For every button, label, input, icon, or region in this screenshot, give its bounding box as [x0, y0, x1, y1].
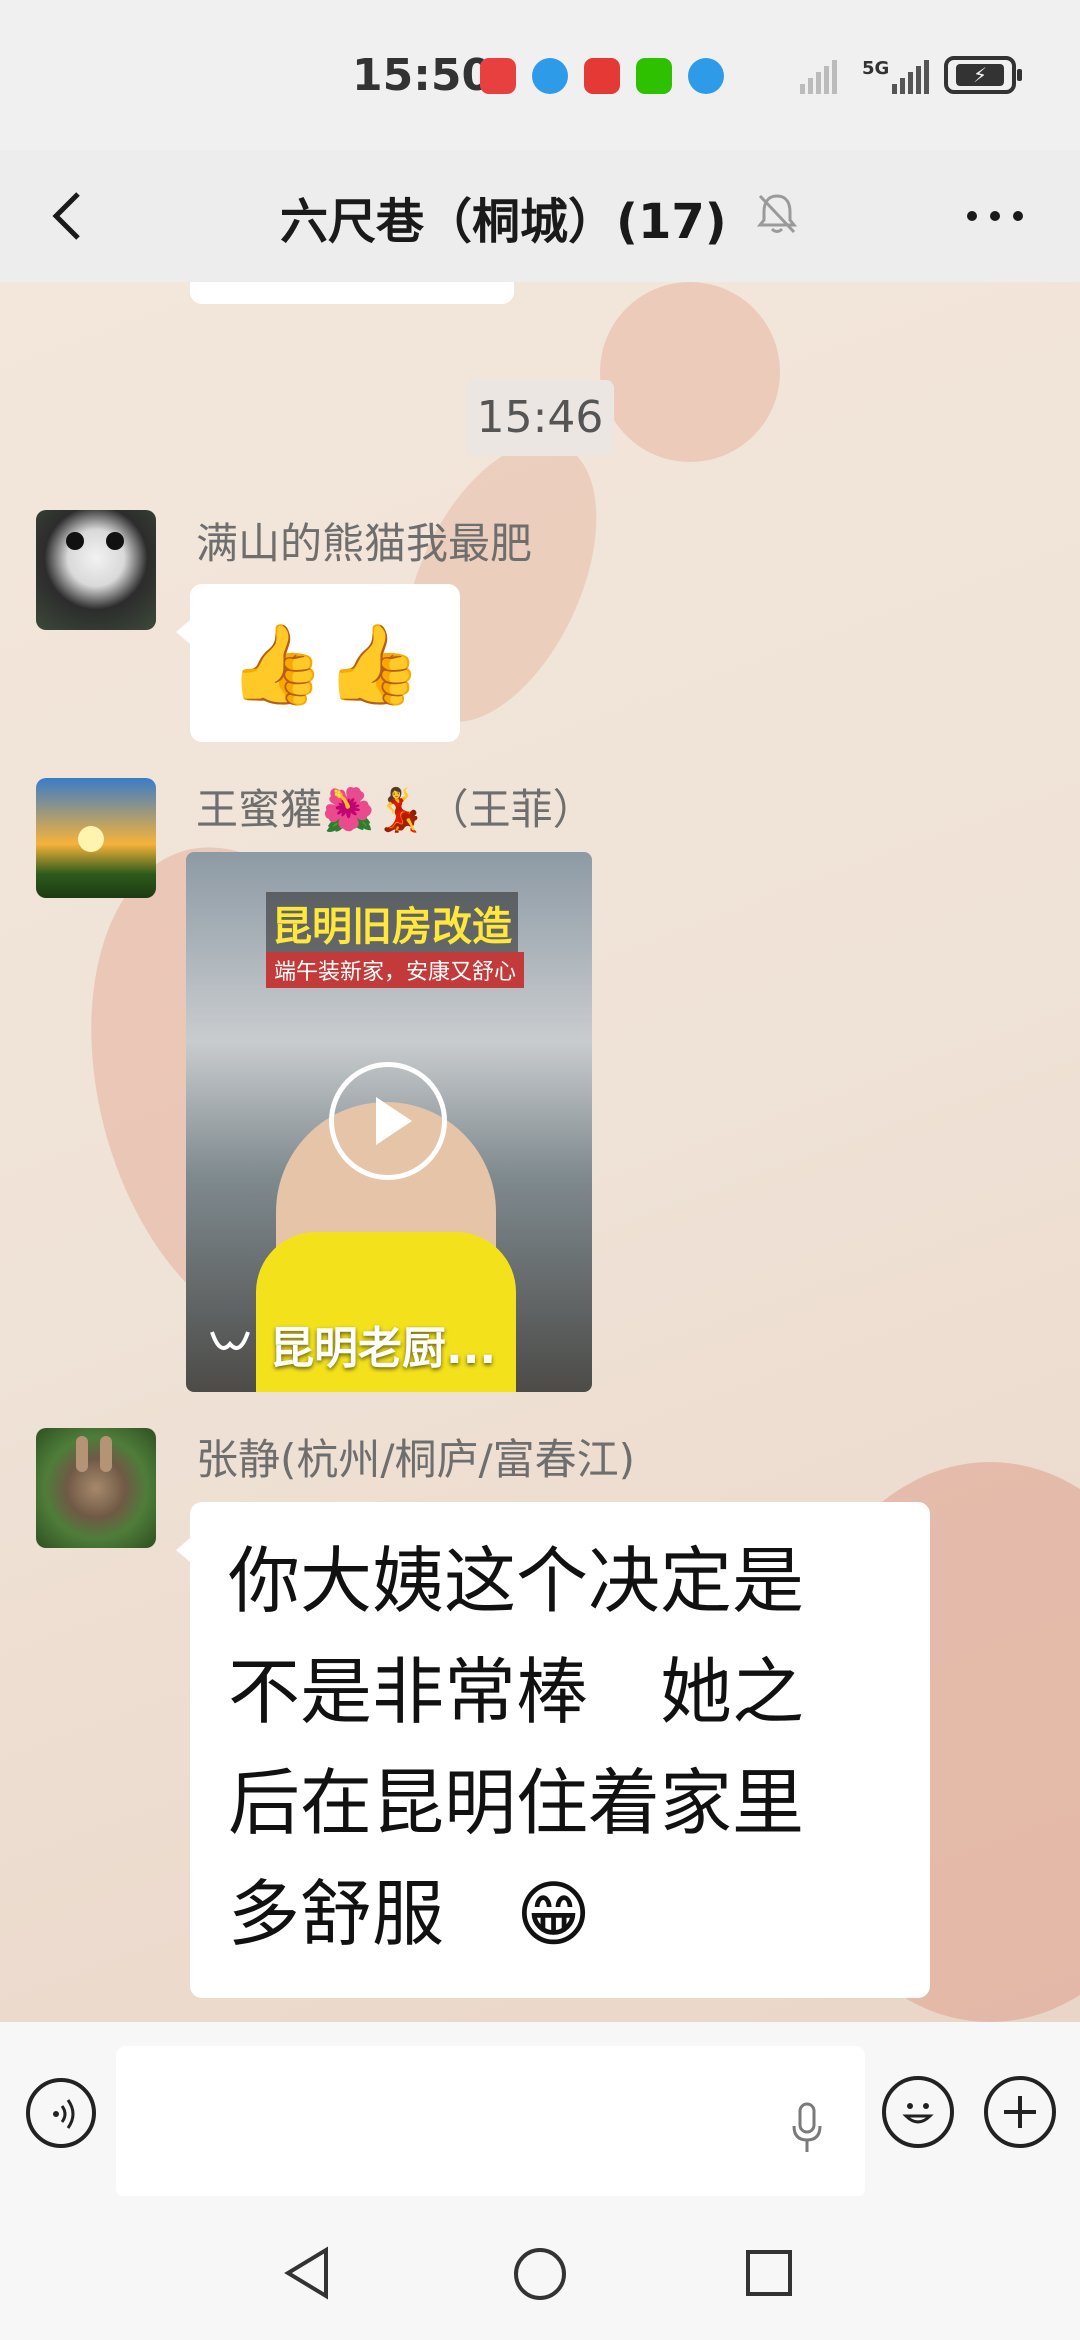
status-bar: 15:50 5G ⚡: [0, 0, 1080, 150]
message-input[interactable]: [116, 2046, 865, 2198]
nav-home-icon[interactable]: [512, 2246, 568, 2302]
video-subtitle: 端午装新家，安康又舒心: [266, 952, 525, 988]
message-text: 你大姨这个决定是 不是非常棒 她之 后在昆明住着家里 多舒服 😁: [228, 1539, 805, 1956]
chat-title: 六尺巷（桐城）(17): [280, 194, 727, 250]
sender-name: 张静(杭州/桐庐/富春江): [196, 1435, 636, 1484]
sender-name: 满山的熊猫我最肥: [196, 519, 533, 568]
chat-header: 六尺巷（桐城）(17): [0, 150, 1080, 282]
video-message[interactable]: 昆明旧房改造 端午装新家，安康又舒心 昆明老厨...: [186, 852, 592, 1392]
signal-icon: [800, 58, 837, 94]
voice-input-button[interactable]: [26, 2078, 96, 2148]
plus-icon: [1004, 2096, 1036, 2128]
background-decoration: [600, 282, 780, 462]
smiley-icon: [902, 2103, 934, 2124]
video-title: 昆明旧房改造: [266, 892, 518, 954]
mute-bell-icon: [756, 194, 798, 234]
avatar[interactable]: [36, 510, 156, 630]
input-bar: [0, 2022, 1080, 2198]
huawei-video-icon: [584, 58, 620, 94]
back-arrow-icon[interactable]: [40, 186, 100, 246]
browser-icon: [688, 58, 724, 94]
channels-icon: [210, 1331, 250, 1350]
chat-message-list[interactable]: 15:46 满山的熊猫我最肥 👍👍 王蜜獾🌺💃（王菲） 昆明旧房改造 端午装新家…: [0, 282, 1080, 2022]
system-navigation-bar: [0, 2196, 1080, 2340]
sender-name: 王蜜獾🌺💃（王菲）: [196, 785, 595, 834]
previous-message-bubble[interactable]: [190, 282, 514, 304]
thumbs-up-emoji: 👍👍: [228, 620, 423, 710]
network-type: 5G: [862, 58, 890, 79]
microphone-icon[interactable]: [790, 2102, 824, 2154]
battery-icon: ⚡: [944, 56, 1022, 94]
avatar[interactable]: [36, 778, 156, 898]
nav-recents-icon[interactable]: [744, 2248, 794, 2298]
more-functions-button[interactable]: [984, 2076, 1056, 2148]
status-time: 15:50: [352, 50, 493, 101]
message-timestamp: 15:46: [466, 380, 614, 456]
emoji-button[interactable]: [882, 2076, 954, 2148]
nav-back-icon[interactable]: [282, 2246, 332, 2300]
more-options-icon[interactable]: [960, 186, 1030, 246]
notification-icons: [480, 58, 724, 94]
play-icon[interactable]: [329, 1062, 447, 1180]
video-channel-label: 昆明老厨...: [270, 1323, 497, 1374]
message-bubble[interactable]: 你大姨这个决定是 不是非常棒 她之 后在昆明住着家里 多舒服 😁: [176, 1502, 930, 1998]
signal-icon-2: [892, 58, 929, 94]
browser-icon: [532, 58, 568, 94]
wechat-icon: [636, 58, 672, 94]
voice-wave-icon: [53, 2099, 75, 2129]
message-bubble[interactable]: 👍👍: [176, 584, 460, 742]
avatar[interactable]: [36, 1428, 156, 1548]
huawei-app-icon: [480, 58, 516, 94]
